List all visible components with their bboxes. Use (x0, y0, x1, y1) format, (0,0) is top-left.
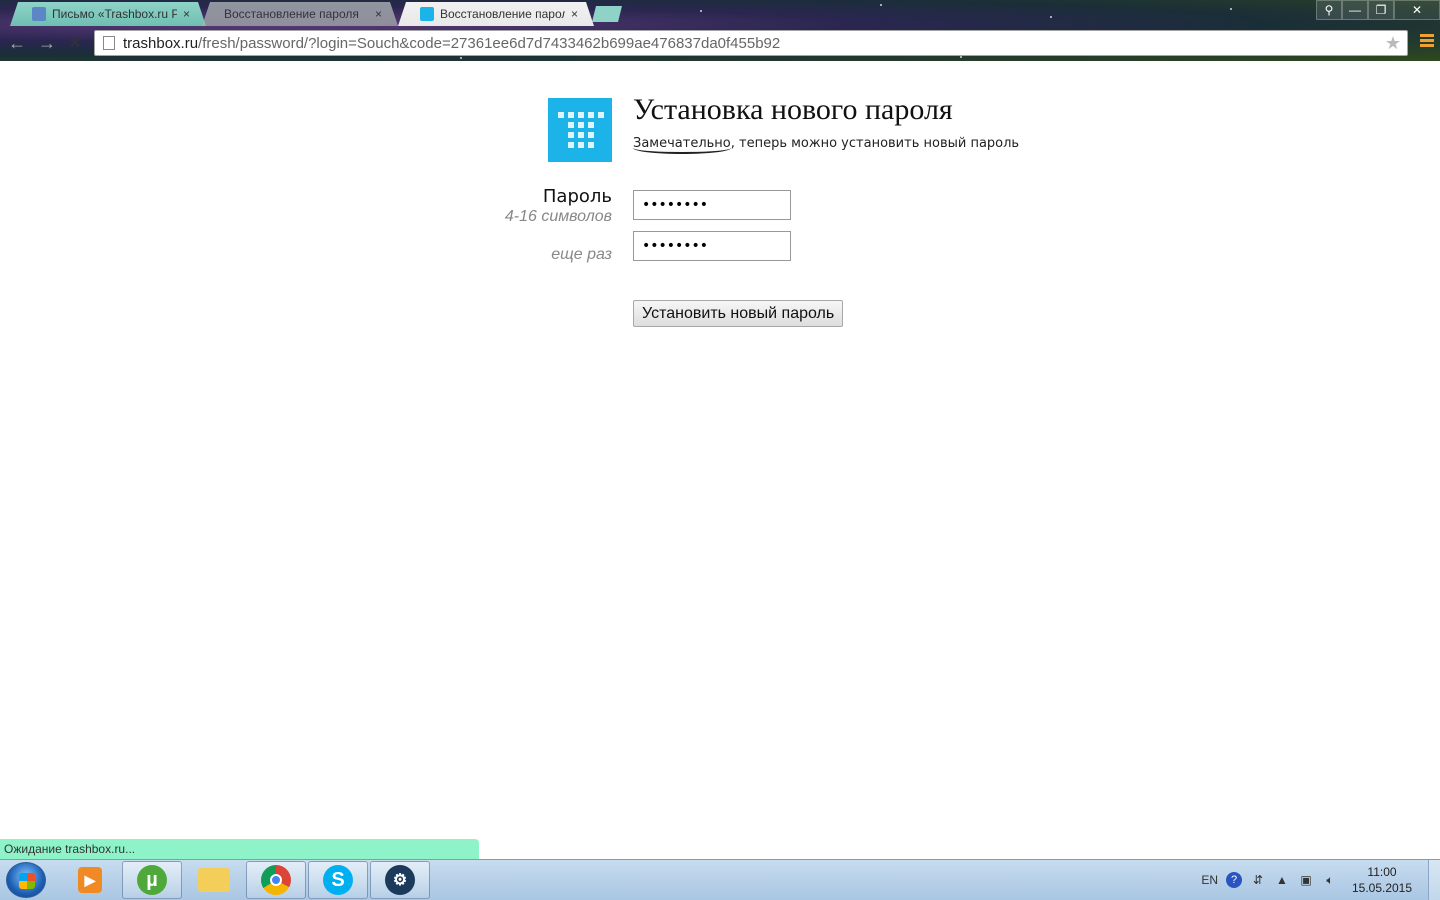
menu-icon[interactable] (1420, 34, 1434, 50)
tab-restore-1[interactable]: Восстановление пароля × (202, 2, 398, 26)
skype-icon[interactable]: S (308, 861, 368, 899)
clock-date: 15.05.2015 (1351, 881, 1413, 895)
password-field[interactable]: •••••••• (633, 190, 791, 220)
password-hint: 4-16 символов (504, 208, 612, 225)
clock-time: 11:00 (1367, 865, 1397, 879)
windows-logo-icon (19, 873, 35, 889)
subtitle-text: , теперь можно установить новый пароль (730, 136, 1020, 151)
windows-taskbar: ▶ µ S ⚙ EN ? ⇵ ▲ ▣ 🔈︎ 11:00 15.05.2015 (0, 859, 1440, 900)
network-icon[interactable]: ▣ (1298, 872, 1314, 888)
maximize-button[interactable]: ❐ (1368, 0, 1394, 20)
window-controls: ⚲ — ❐ ✕ (1316, 0, 1440, 20)
browser-chrome: Письмо «Trashbox.ru Pas × Восстановление… (0, 0, 1440, 61)
browser-toolbar: ← → ✕ trashbox.ru/fresh/password/?login=… (0, 28, 1440, 58)
trashbox-logo (548, 98, 612, 162)
show-desktop-button[interactable] (1428, 860, 1440, 900)
clock[interactable]: 11:00 15.05.2015 (1346, 864, 1418, 896)
tab-title: Восстановление пароля (224, 7, 359, 21)
repeat-password-field[interactable]: •••••••• (633, 231, 791, 261)
mail-icon (32, 7, 46, 21)
media-player-icon[interactable]: ▶ (60, 861, 120, 899)
password-label: Пароль (542, 186, 612, 207)
url-path: /fresh/password/?login=Souch&code=27361e… (198, 34, 781, 52)
start-button[interactable] (6, 862, 46, 898)
repeat-password-label: еще раз (551, 246, 612, 263)
user-icon[interactable]: ⚲ (1316, 0, 1342, 20)
language-indicator[interactable]: EN (1201, 873, 1218, 887)
chrome-icon[interactable] (246, 861, 306, 899)
address-bar[interactable]: trashbox.ru/fresh/password/?login=Souch&… (94, 30, 1408, 56)
utorrent-icon[interactable]: µ (122, 861, 182, 899)
page-content: Установка нового пароля Замечательно, те… (0, 61, 1440, 859)
new-tab-button[interactable] (592, 6, 622, 22)
stop-loading-icon[interactable]: ✕ (64, 32, 86, 54)
tab-title: Письмо «Trashbox.ru Pas (52, 7, 177, 21)
set-new-password-button[interactable]: Установить новый пароль (633, 300, 844, 327)
page-subtitle: Замечательно, теперь можно установить но… (633, 136, 1020, 154)
tab-restore-active[interactable]: Восстановление пароля × (398, 2, 594, 26)
close-window-button[interactable]: ✕ (1394, 0, 1440, 20)
system-tray: EN ? ⇵ ▲ ▣ 🔈︎ 11:00 15.05.2015 (1201, 860, 1440, 900)
tab-mail[interactable]: Письмо «Trashbox.ru Pas × (10, 2, 206, 26)
tab-title: Восстановление пароля (440, 7, 565, 21)
steam-icon[interactable]: ⚙ (370, 861, 430, 899)
back-icon[interactable]: ← (6, 32, 28, 54)
show-hidden-icons-icon[interactable]: ▲ (1274, 872, 1290, 888)
bookmark-star-icon[interactable]: ★ (1385, 33, 1401, 54)
tab-strip: Письмо «Trashbox.ru Pas × Восстановление… (0, 0, 1300, 26)
page-icon (103, 36, 115, 50)
close-icon[interactable]: × (183, 7, 190, 21)
page-title: Установка нового пароля (633, 93, 953, 126)
help-icon[interactable]: ? (1226, 872, 1242, 888)
trashbox-favicon-icon (420, 7, 434, 21)
forward-icon[interactable]: → (36, 32, 58, 54)
subtitle-highlight: Замечательно (633, 136, 731, 154)
explorer-folder-icon[interactable] (184, 861, 244, 899)
close-icon[interactable]: × (571, 7, 578, 21)
status-bar: Ожидание trashbox.ru... (0, 839, 479, 859)
volume-icon[interactable]: 🔈︎ (1322, 872, 1338, 888)
language-bar-icon[interactable]: ⇵ (1250, 872, 1266, 888)
minimize-button[interactable]: — (1342, 0, 1368, 20)
url-domain: trashbox.ru (123, 34, 199, 52)
close-icon[interactable]: × (375, 7, 382, 21)
